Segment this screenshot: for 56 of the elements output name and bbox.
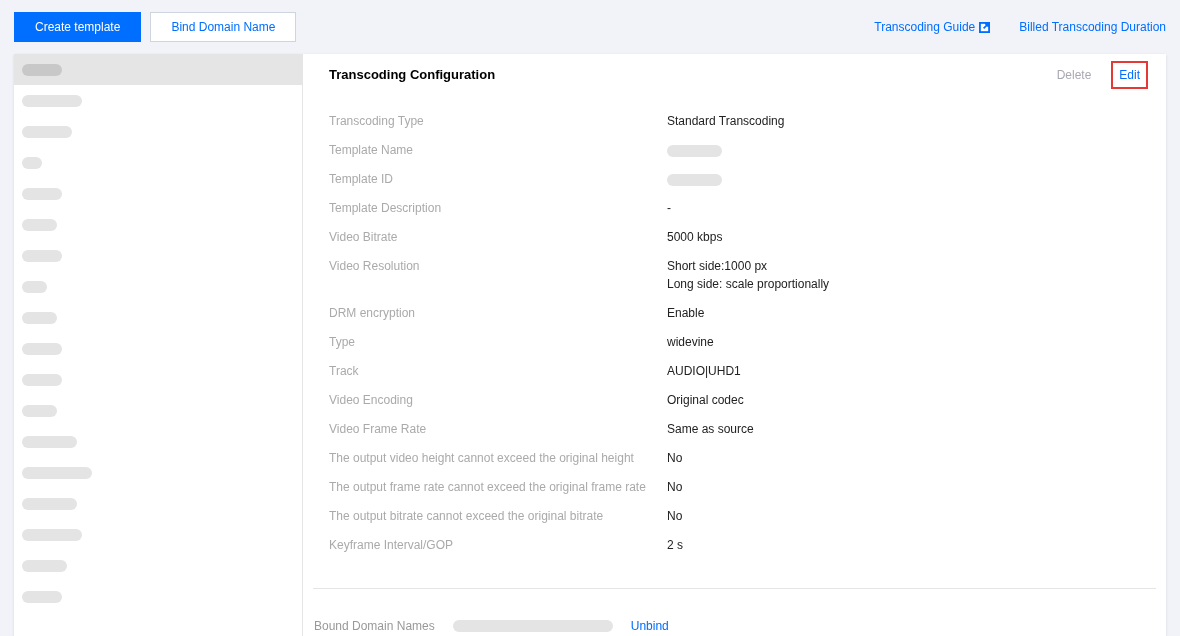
- action-link[interactable]: Edit: [1111, 61, 1148, 89]
- redacted-text: [22, 590, 62, 603]
- field-value: No: [667, 509, 683, 524]
- field-value: Same as source: [667, 422, 754, 437]
- field-value: Standard Transcoding: [667, 114, 785, 129]
- redacted-text: [22, 125, 72, 138]
- field-label: The output bitrate cannot exceed the original bitrate: [329, 509, 605, 524]
- field-value: No: [667, 480, 683, 495]
- redacted-text: [22, 559, 67, 572]
- redacted-text: [22, 497, 77, 510]
- redacted-text: [22, 435, 77, 448]
- panel-title: Transcoding Configuration: [329, 66, 496, 85]
- field-label: Template ID: [329, 172, 395, 187]
- create-button[interactable]: Create template: [14, 12, 142, 42]
- field-value: AUDIO|UHD1: [667, 364, 741, 379]
- field-label: Template Description: [329, 201, 443, 216]
- field-label: Track: [329, 364, 360, 379]
- field-value: -: [667, 201, 671, 216]
- redacted-text: [22, 311, 57, 324]
- header-link[interactable]: Billed Transcoding Duration: [1019, 18, 1166, 36]
- redacted-text: [22, 218, 57, 231]
- field-label: Video Frame Rate: [329, 422, 428, 437]
- redacted-text: [22, 466, 92, 479]
- field-label: Type: [329, 335, 356, 350]
- field-value: widevine: [667, 335, 714, 350]
- field-value: Short side:1000 px: [667, 259, 769, 274]
- redacted-text: [22, 342, 62, 355]
- field-value: No: [667, 451, 683, 466]
- sidebar-item[interactable]: [14, 54, 302, 85]
- field-label: Template Name: [329, 143, 415, 158]
- field-label: Video Bitrate: [329, 230, 399, 245]
- field-label: The output frame rate cannot exceed the original frame rate: [329, 480, 647, 495]
- field-label: Bound Domain Names: [313, 618, 435, 635]
- field-label: Video Resolution: [329, 259, 421, 275]
- field-value: 5000 kbps: [667, 230, 723, 245]
- field-label: Video Encoding: [329, 393, 414, 408]
- field-value: Enable: [667, 306, 705, 321]
- bind-button[interactable]: Bind Domain Name: [150, 12, 297, 42]
- redacted-text: [22, 94, 82, 107]
- field-value: Original codec: [667, 393, 744, 408]
- redacted-text: [22, 280, 47, 293]
- redacted-text: [22, 187, 62, 200]
- field-label: The output video height cannot exceed the original height: [329, 451, 635, 466]
- field-label: DRM encryption: [329, 306, 417, 321]
- header-link[interactable]: Transcoding Guide: [874, 18, 991, 36]
- unbind-link[interactable]: Unbind: [630, 617, 669, 635]
- redacted-text: [22, 373, 62, 386]
- field-label: Keyframe Interval/GOP: [329, 538, 455, 553]
- field-value: Long side: scale proportionally: [667, 277, 830, 292]
- field-value: 2 s: [667, 538, 683, 553]
- redacted-text: [22, 156, 42, 169]
- redacted-text: [22, 404, 57, 417]
- field-label: Transcoding Type: [329, 114, 425, 129]
- redacted-text: [22, 528, 82, 541]
- redacted-text: [22, 249, 62, 262]
- redacted-text: [22, 63, 62, 76]
